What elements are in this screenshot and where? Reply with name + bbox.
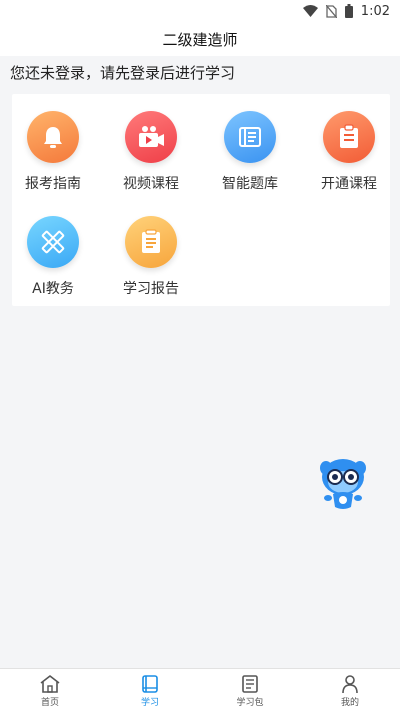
question-book-icon <box>224 111 276 163</box>
tab-label: 首页 <box>40 697 59 708</box>
status-bar: 1:02 <box>0 0 400 22</box>
no-sim-icon <box>325 4 337 18</box>
report-icon <box>125 216 177 268</box>
tab-home[interactable]: 首页 <box>0 669 100 710</box>
login-tip[interactable]: 您还未登录，请先登录后进行学习 <box>10 62 235 83</box>
menu-item-study-report[interactable]: 学习报告 <box>106 216 196 298</box>
menu-label: 学习报告 <box>123 281 179 297</box>
tab-label: 学习包 <box>236 697 264 708</box>
tab-study[interactable]: 学习 <box>100 669 200 710</box>
tab-mine[interactable]: 我的 <box>300 669 400 710</box>
video-camera-icon <box>125 111 177 163</box>
book-icon <box>142 674 158 693</box>
wifi-icon <box>302 5 318 17</box>
menu-item-ai-academic[interactable]: AI教务 <box>8 216 98 298</box>
menu-item-exam-guide[interactable]: 报考指南 <box>8 111 98 193</box>
tab-label: 我的 <box>340 697 359 708</box>
battery-icon <box>344 4 353 18</box>
tab-label: 学习 <box>140 697 159 708</box>
nav-bar: 二级建造师 <box>0 22 400 56</box>
page-title: 二级建造师 <box>162 30 238 49</box>
menu-card: 报考指南 视频课程 智能题库 开通课程 AI教务 学习报告 <box>12 94 390 306</box>
bell-icon <box>27 111 79 163</box>
menu-item-open-course[interactable]: 开通课程 <box>304 111 394 193</box>
menu-item-video-course[interactable]: 视频课程 <box>106 111 196 193</box>
home-icon <box>40 674 60 693</box>
pencil-ruler-icon <box>27 216 79 268</box>
menu-label: 开通课程 <box>321 176 377 192</box>
user-icon <box>342 674 358 693</box>
clipboard-icon <box>323 111 375 163</box>
tab-study-package[interactable]: 学习包 <box>200 669 300 710</box>
menu-label: 视频课程 <box>123 176 179 192</box>
mascot-assistant-icon[interactable] <box>318 455 368 511</box>
menu-label: AI教务 <box>32 281 74 297</box>
status-time: 1:02 <box>360 3 390 19</box>
package-icon <box>242 674 258 693</box>
menu-label: 智能题库 <box>222 176 278 192</box>
menu-label: 报考指南 <box>25 176 81 192</box>
tab-bar: 首页 学习 学习包 我的 <box>0 668 400 710</box>
menu-item-question-bank[interactable]: 智能题库 <box>205 111 295 193</box>
